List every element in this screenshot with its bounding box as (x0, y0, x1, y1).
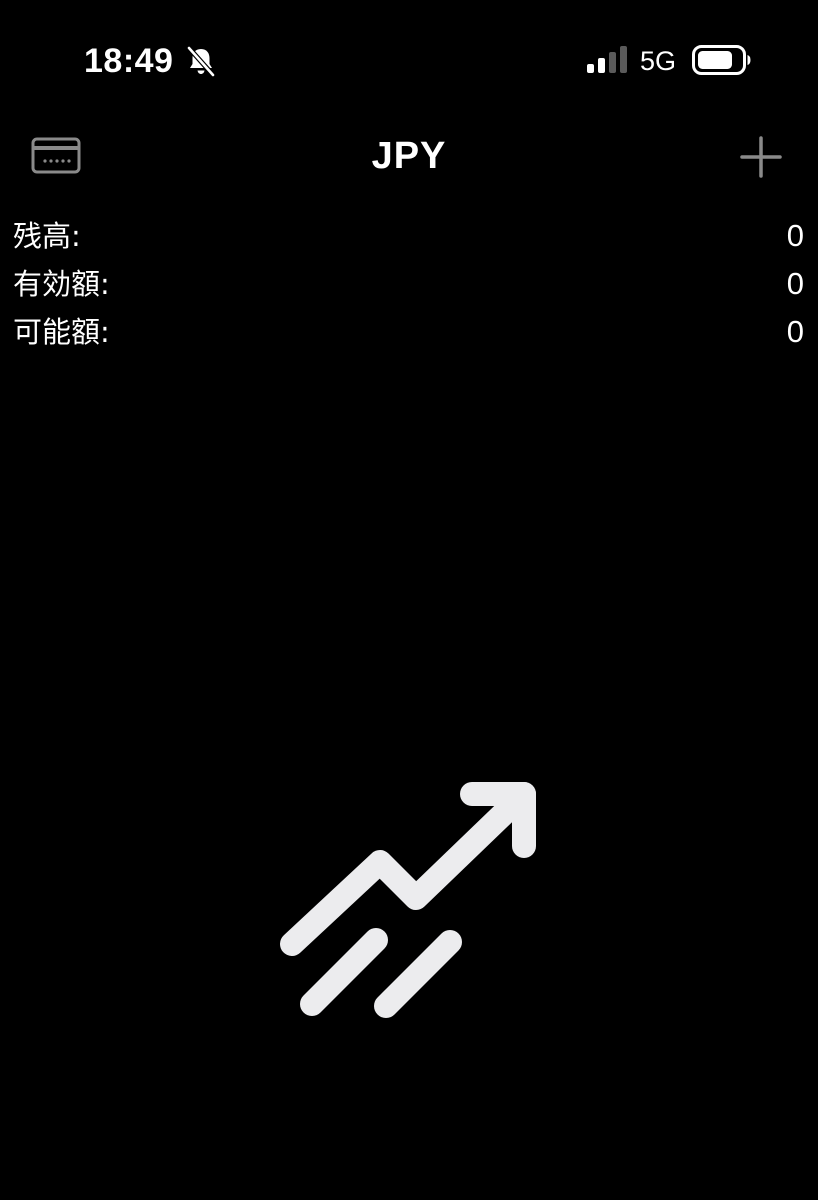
summary-row-balance: 残高: 0 (0, 212, 818, 260)
status-bar: 18:49 5G (0, 0, 818, 110)
status-time: 18:49 (84, 42, 174, 80)
effective-amount-value: 0 (786, 266, 804, 301)
battery-icon (692, 45, 751, 75)
bell-muted-icon (187, 46, 215, 77)
balance-summary: 残高: 0 有効額: 0 可能額: 0 (0, 212, 818, 356)
cellular-signal-icon (587, 46, 627, 73)
page-title: JPY (371, 135, 447, 177)
balance-value: 0 (786, 218, 804, 253)
effective-amount-label: 有効額: (13, 267, 110, 301)
balance-label: 残高: (13, 219, 81, 253)
available-amount-value: 0 (786, 314, 804, 349)
available-amount-label: 可能額: (13, 315, 110, 349)
summary-row-available: 可能額: 0 (0, 308, 818, 356)
plus-icon[interactable] (736, 132, 786, 182)
trending-up-icon (280, 782, 536, 1018)
summary-row-effective: 有効額: 0 (0, 260, 818, 308)
nav-bar: JPY (0, 120, 818, 194)
network-label: 5G (640, 46, 677, 76)
